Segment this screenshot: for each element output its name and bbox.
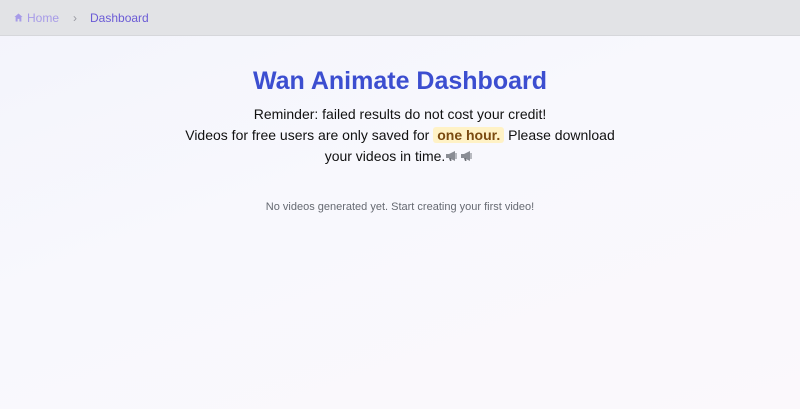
reminder-line-2: Videos for free users are only saved for… xyxy=(180,125,620,167)
empty-state-message: No videos generated yet. Start creating … xyxy=(265,201,535,213)
main-content: Wan Animate Dashboard Reminder: failed r… xyxy=(0,36,800,213)
top-bar: Home › Dashboard xyxy=(0,0,800,36)
reminder-line-1: Reminder: failed results do not cost you… xyxy=(253,106,547,122)
reminder-text-pre: Videos for free users are only saved for xyxy=(185,127,430,143)
breadcrumb-home-label: Home xyxy=(27,10,60,25)
reminder-notice: Reminder: failed results do not cost you… xyxy=(180,104,620,167)
breadcrumb-current: Dashboard xyxy=(90,10,149,25)
megaphone-icon xyxy=(446,151,458,161)
megaphone-icon xyxy=(461,151,473,161)
reminder-highlight: one hour. xyxy=(433,127,505,143)
breadcrumb-separator: › xyxy=(73,10,78,25)
page-title: Wan Animate Dashboard xyxy=(252,67,548,95)
breadcrumb-home-link[interactable]: Home xyxy=(14,11,59,25)
home-icon xyxy=(14,13,23,22)
